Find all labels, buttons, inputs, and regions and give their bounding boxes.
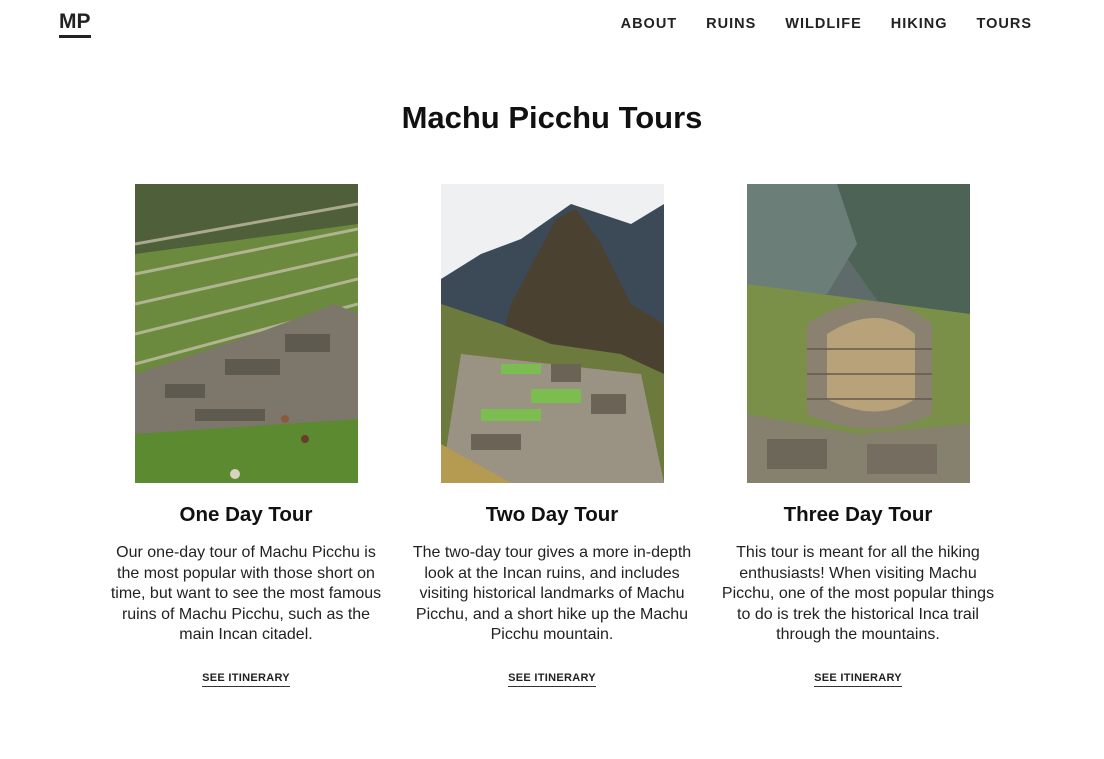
tour-description: Our one-day tour of Machu Picchu is the … bbox=[110, 544, 382, 643]
tour-photo-temple-of-sun bbox=[746, 184, 970, 483]
site-header: MP ABOUT RUINS WILDLIFE HIKING TOURS bbox=[0, 0, 1104, 48]
logo[interactable]: MP bbox=[59, 11, 91, 38]
main-nav: ABOUT RUINS WILDLIFE HIKING TOURS bbox=[592, 16, 1032, 32]
tour-description: This tour is meant for all the hiking en… bbox=[721, 544, 995, 643]
tour-card-two-day: Two Day Tour The two-day tour gives a mo… bbox=[409, 184, 695, 687]
tour-card-one-day: One Day Tour Our one-day tour of Machu P… bbox=[103, 184, 389, 687]
tour-photo-terraces bbox=[134, 184, 358, 483]
tour-title: One Day Tour bbox=[179, 503, 313, 526]
tour-title: Three Day Tour bbox=[783, 503, 933, 526]
tour-title: Two Day Tour bbox=[485, 503, 619, 526]
page-title: Machu Picchu Tours bbox=[401, 100, 703, 135]
tour-photo-citadel-peak bbox=[440, 184, 664, 483]
see-itinerary-link[interactable]: SEE ITINERARY bbox=[814, 672, 902, 687]
tour-description: The two-day tour gives a more in-depth l… bbox=[412, 544, 692, 643]
nav-item-wildlife[interactable]: WILDLIFE bbox=[785, 16, 861, 32]
nav-item-hiking[interactable]: HIKING bbox=[891, 16, 948, 32]
nav-item-about[interactable]: ABOUT bbox=[621, 16, 678, 32]
tour-card-three-day: Three Day Tour This tour is meant for al… bbox=[715, 184, 1001, 687]
page: MP ABOUT RUINS WILDLIFE HIKING TOURS Mac… bbox=[0, 0, 1104, 759]
nav-item-ruins[interactable]: RUINS bbox=[706, 16, 756, 32]
nav-item-tours[interactable]: TOURS bbox=[977, 16, 1033, 32]
see-itinerary-link[interactable]: SEE ITINERARY bbox=[508, 672, 596, 687]
see-itinerary-link[interactable]: SEE ITINERARY bbox=[202, 672, 290, 687]
